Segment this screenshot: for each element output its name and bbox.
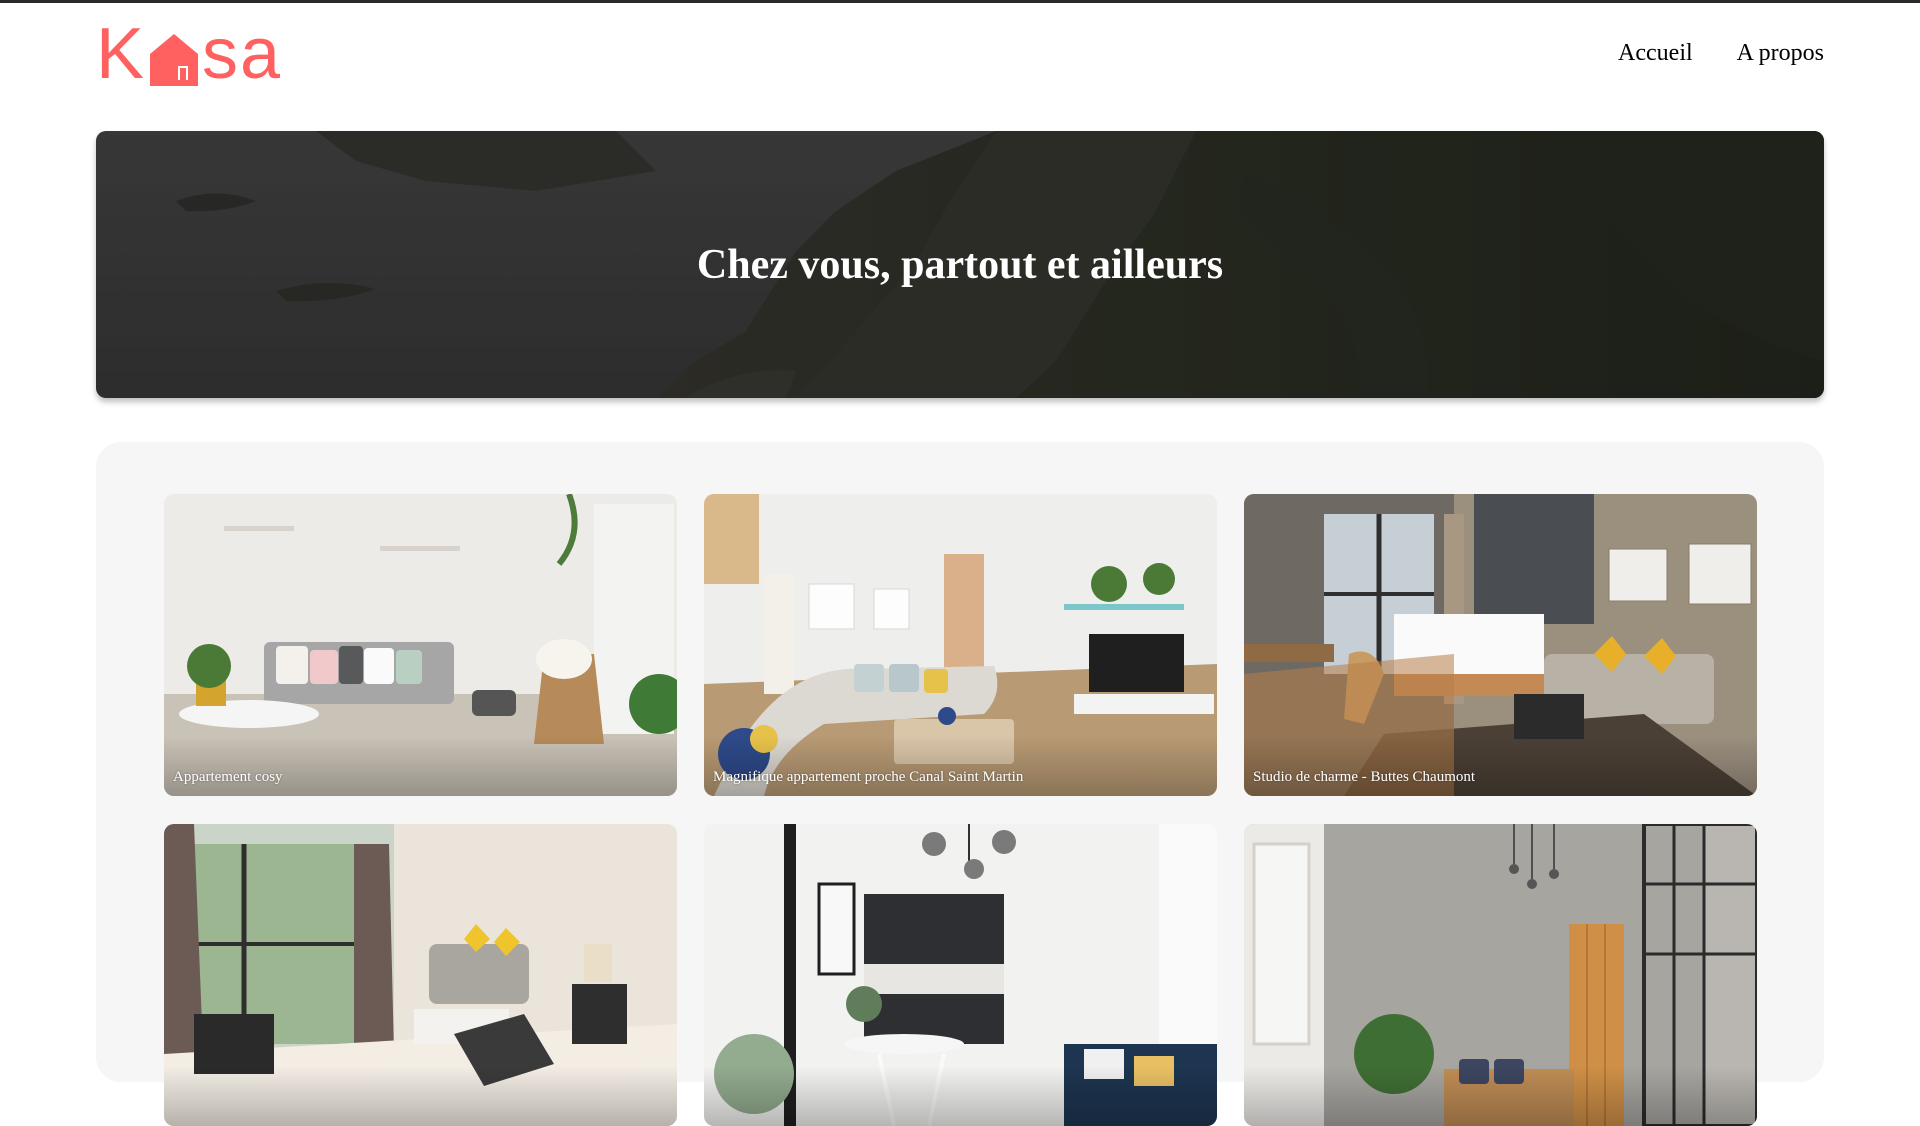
banner-title: Chez vous, partout et ailleurs	[696, 241, 1224, 288]
main-nav: Accueil A propos	[1618, 40, 1824, 67]
card-gradient	[1244, 736, 1757, 796]
listing-card[interactable]: Magnifique appartement proche Canal Sain…	[704, 494, 1217, 796]
card-gradient	[164, 736, 677, 796]
listing-title: Studio de charme - Buttes Chaumont	[1253, 769, 1476, 785]
card-gradient	[704, 1066, 1217, 1126]
listing-card[interactable]	[1244, 824, 1757, 1126]
card-gradient	[704, 736, 1217, 796]
kasa-logo[interactable]: K sa	[96, 14, 283, 94]
listing-card[interactable]	[164, 824, 677, 1126]
listing-title: Magnifique appartement proche Canal Sain…	[713, 769, 1024, 785]
card-gradient	[1244, 1066, 1757, 1126]
listing-title: Appartement cosy	[173, 769, 283, 785]
hero-banner: Chez vous, partout et ailleurs	[96, 131, 1824, 398]
listing-card[interactable]: Appartement cosy	[164, 494, 677, 796]
listings-gallery: Appartement cosy Magnifique appartement …	[96, 442, 1824, 1126]
listing-card[interactable]: Studio de charme - Buttes Chaumont	[1244, 494, 1757, 796]
logo-letters-sa: sa	[202, 14, 283, 94]
logo-letter-k: K	[96, 14, 147, 94]
card-gradient	[164, 1066, 677, 1126]
listing-card[interactable]	[704, 824, 1217, 1126]
nav-link-accueil[interactable]: Accueil	[1618, 40, 1693, 67]
site-header: K sa Accueil A propos	[96, 3, 1824, 107]
nav-link-a-propos[interactable]: A propos	[1737, 40, 1824, 67]
house-icon	[150, 34, 199, 86]
